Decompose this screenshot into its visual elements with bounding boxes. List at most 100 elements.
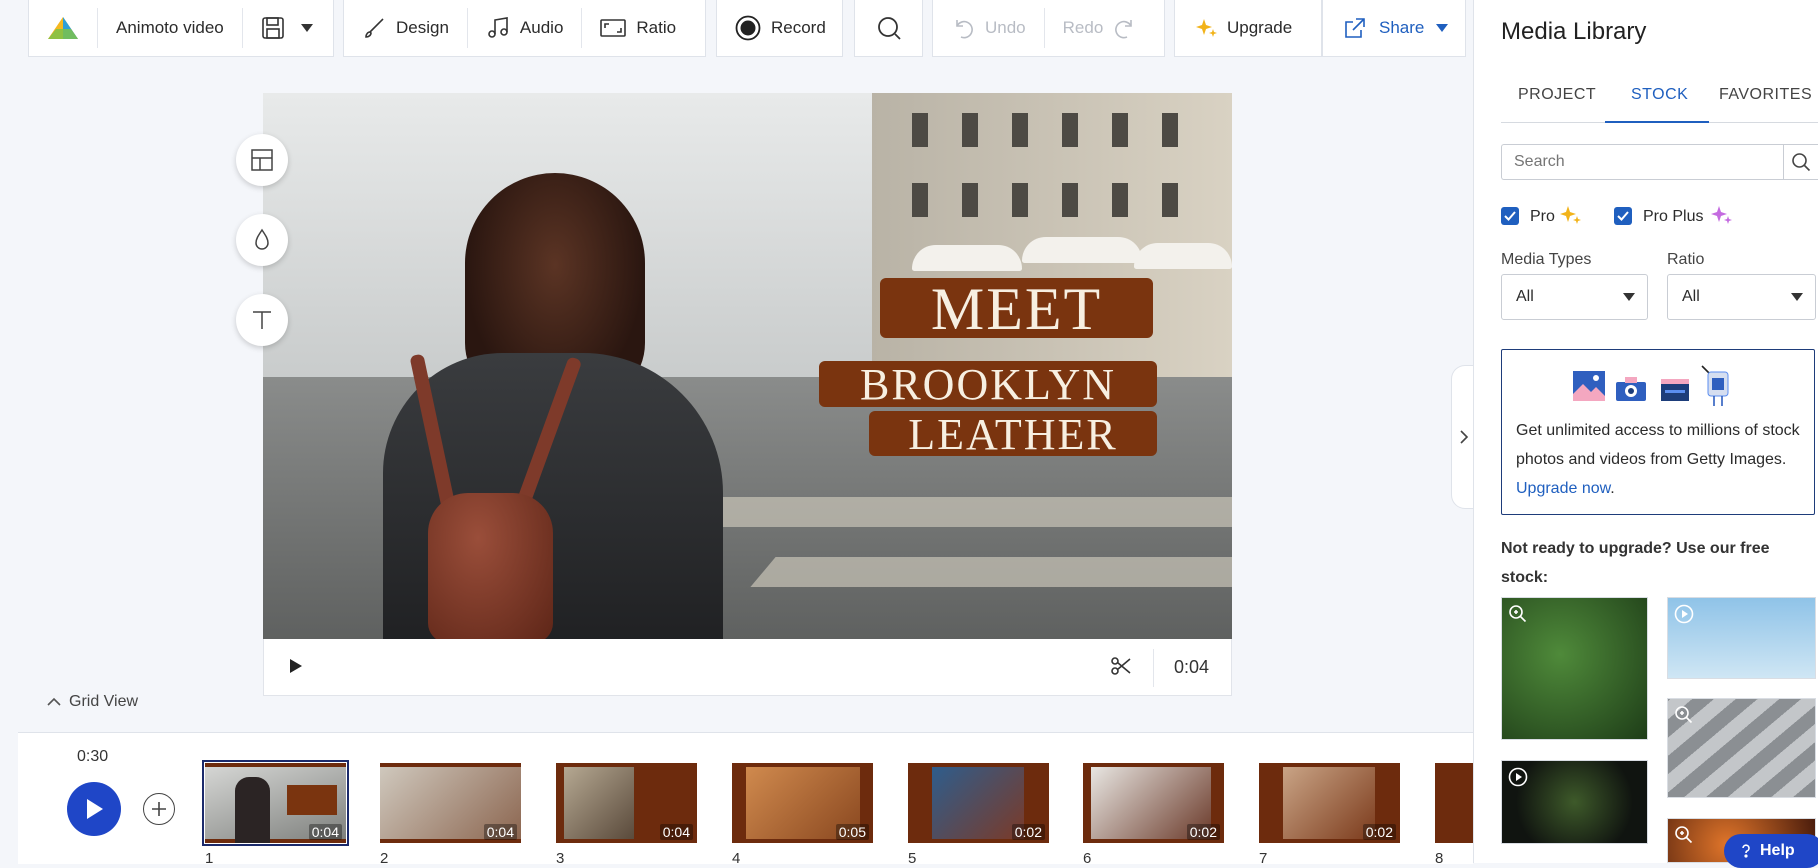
controls-divider xyxy=(1153,649,1154,687)
timeline-clip[interactable]: 0:02 xyxy=(1259,763,1400,843)
upgrade-now-link[interactable]: Upgrade now xyxy=(1516,480,1610,497)
timeline-clip[interactable]: 0:04 xyxy=(556,763,697,843)
total-time: 0:30 xyxy=(77,748,109,765)
upgrade-label: Upgrade xyxy=(1227,18,1293,37)
toolbar-history-group: Undo Redo xyxy=(932,0,1165,57)
share-icon xyxy=(1345,18,1365,38)
zoom-icon xyxy=(1509,605,1527,623)
zoom-icon xyxy=(1675,826,1693,844)
save-menu-button[interactable] xyxy=(243,0,331,56)
record-label: Record xyxy=(771,18,826,37)
stock-item[interactable] xyxy=(1501,760,1648,844)
ratio-label: Ratio xyxy=(636,18,677,37)
timeline-clip[interactable]: 0:04 xyxy=(380,763,521,843)
timeline-clip[interactable]: 0:02 xyxy=(1083,763,1224,843)
color-tool-button[interactable] xyxy=(236,214,288,266)
music-note-icon xyxy=(488,17,508,38)
timeline-clip[interactable]: 0:05 xyxy=(732,763,873,843)
stock-item[interactable] xyxy=(1667,698,1816,798)
pro-plus-label: Pro Plus xyxy=(1643,208,1704,225)
play-icon xyxy=(290,659,302,673)
share-button[interactable]: Share xyxy=(1322,0,1466,57)
grid-view-toggle[interactable]: Grid View xyxy=(47,693,138,711)
caret-down-icon xyxy=(1623,293,1635,301)
preview-backpack xyxy=(428,493,553,639)
video-preview[interactable]: MEET BROOKLYN LEATHER xyxy=(263,93,1232,639)
plus-icon xyxy=(152,802,166,816)
droplet-icon xyxy=(255,228,269,250)
camera-icon xyxy=(1616,377,1646,401)
caret-down-icon xyxy=(1436,24,1449,32)
media-types-value: All xyxy=(1516,288,1534,305)
design-button[interactable]: Design xyxy=(344,0,467,56)
audio-button[interactable]: Audio xyxy=(468,0,581,56)
play-preview-button[interactable] xyxy=(288,657,304,675)
timeline-clip[interactable] xyxy=(1435,763,1473,843)
video-camera-icon xyxy=(1701,365,1729,406)
clip-number: 7 xyxy=(1259,850,1268,867)
record-button[interactable]: Record xyxy=(716,0,843,57)
tab-project[interactable]: PROJECT xyxy=(1518,86,1596,104)
preview-time: 0:04 xyxy=(1174,657,1210,677)
stock-item[interactable] xyxy=(1501,597,1648,740)
animoto-logo-icon xyxy=(48,17,78,39)
ratio-value: All xyxy=(1682,288,1700,305)
timeline-clip[interactable]: 0:04 xyxy=(202,760,349,846)
upgrade-promo-box: Get unlimited access to millions of stoc… xyxy=(1501,349,1815,515)
sparkle-purple-icon xyxy=(1711,206,1732,224)
stock-item[interactable] xyxy=(1667,597,1816,679)
clip-duration: 0:02 xyxy=(1011,824,1045,840)
title-line-2: BROOKLYN xyxy=(819,361,1157,409)
design-label: Design xyxy=(396,18,449,37)
play-button[interactable] xyxy=(67,782,121,836)
clip-duration: 0:04 xyxy=(659,824,693,840)
pro-plus-checkbox[interactable] xyxy=(1614,207,1632,225)
media-types-select[interactable]: All xyxy=(1501,274,1648,320)
help-label: Help xyxy=(1760,842,1795,859)
text-tool-button[interactable] xyxy=(236,294,288,346)
question-icon xyxy=(1742,844,1750,858)
chevron-right-icon xyxy=(1459,430,1468,444)
save-icon xyxy=(261,17,284,39)
tab-stock[interactable]: STOCK xyxy=(1631,86,1688,104)
pro-checkbox[interactable] xyxy=(1501,207,1519,225)
project-name[interactable]: Animoto video xyxy=(98,0,242,56)
layout-tool-button[interactable] xyxy=(236,134,288,186)
search-icon xyxy=(1792,153,1811,172)
brush-icon xyxy=(365,18,384,38)
tab-favorites[interactable]: FAVORITES xyxy=(1719,86,1812,104)
promo-body: Get unlimited access to millions of stoc… xyxy=(1516,422,1800,468)
panel-title: Media Library xyxy=(1501,18,1647,45)
timeline-clip[interactable]: 0:02 xyxy=(908,763,1049,843)
upgrade-button[interactable]: Upgrade xyxy=(1174,0,1322,57)
animoto-logo[interactable] xyxy=(29,0,97,56)
checkmark-icon xyxy=(1617,211,1629,221)
clip-number: 1 xyxy=(205,850,214,867)
active-tab-indicator xyxy=(1605,121,1709,123)
ratio-select[interactable]: All xyxy=(1667,274,1816,320)
sparkle-icon xyxy=(1196,19,1217,37)
ratio-button[interactable]: Ratio xyxy=(582,0,694,56)
chevron-up-icon xyxy=(47,697,61,706)
search-button[interactable] xyxy=(854,0,923,57)
text-icon xyxy=(253,311,271,329)
add-clip-button[interactable] xyxy=(143,793,175,825)
redo-icon xyxy=(1115,20,1133,39)
clip-duration: 0:04 xyxy=(483,824,517,840)
redo-button[interactable]: Redo xyxy=(1045,0,1156,56)
undo-button[interactable]: Undo xyxy=(933,0,1044,56)
sparkle-icon xyxy=(1560,206,1581,224)
clip-number: 5 xyxy=(908,850,917,867)
film-icon xyxy=(1661,379,1689,401)
title-line-1: MEET xyxy=(880,278,1153,340)
trim-button[interactable] xyxy=(1110,655,1132,677)
record-button-inner: Record xyxy=(717,0,844,56)
preview-building xyxy=(872,93,1232,393)
search-input[interactable] xyxy=(1501,144,1783,180)
search-submit-button[interactable] xyxy=(1783,144,1818,180)
play-icon xyxy=(87,799,103,819)
toolbar-edit-group: Design Audio Ratio xyxy=(343,0,706,57)
audio-label: Audio xyxy=(519,18,564,37)
redo-label: Redo xyxy=(1062,18,1104,37)
clip-number: 2 xyxy=(380,850,389,867)
